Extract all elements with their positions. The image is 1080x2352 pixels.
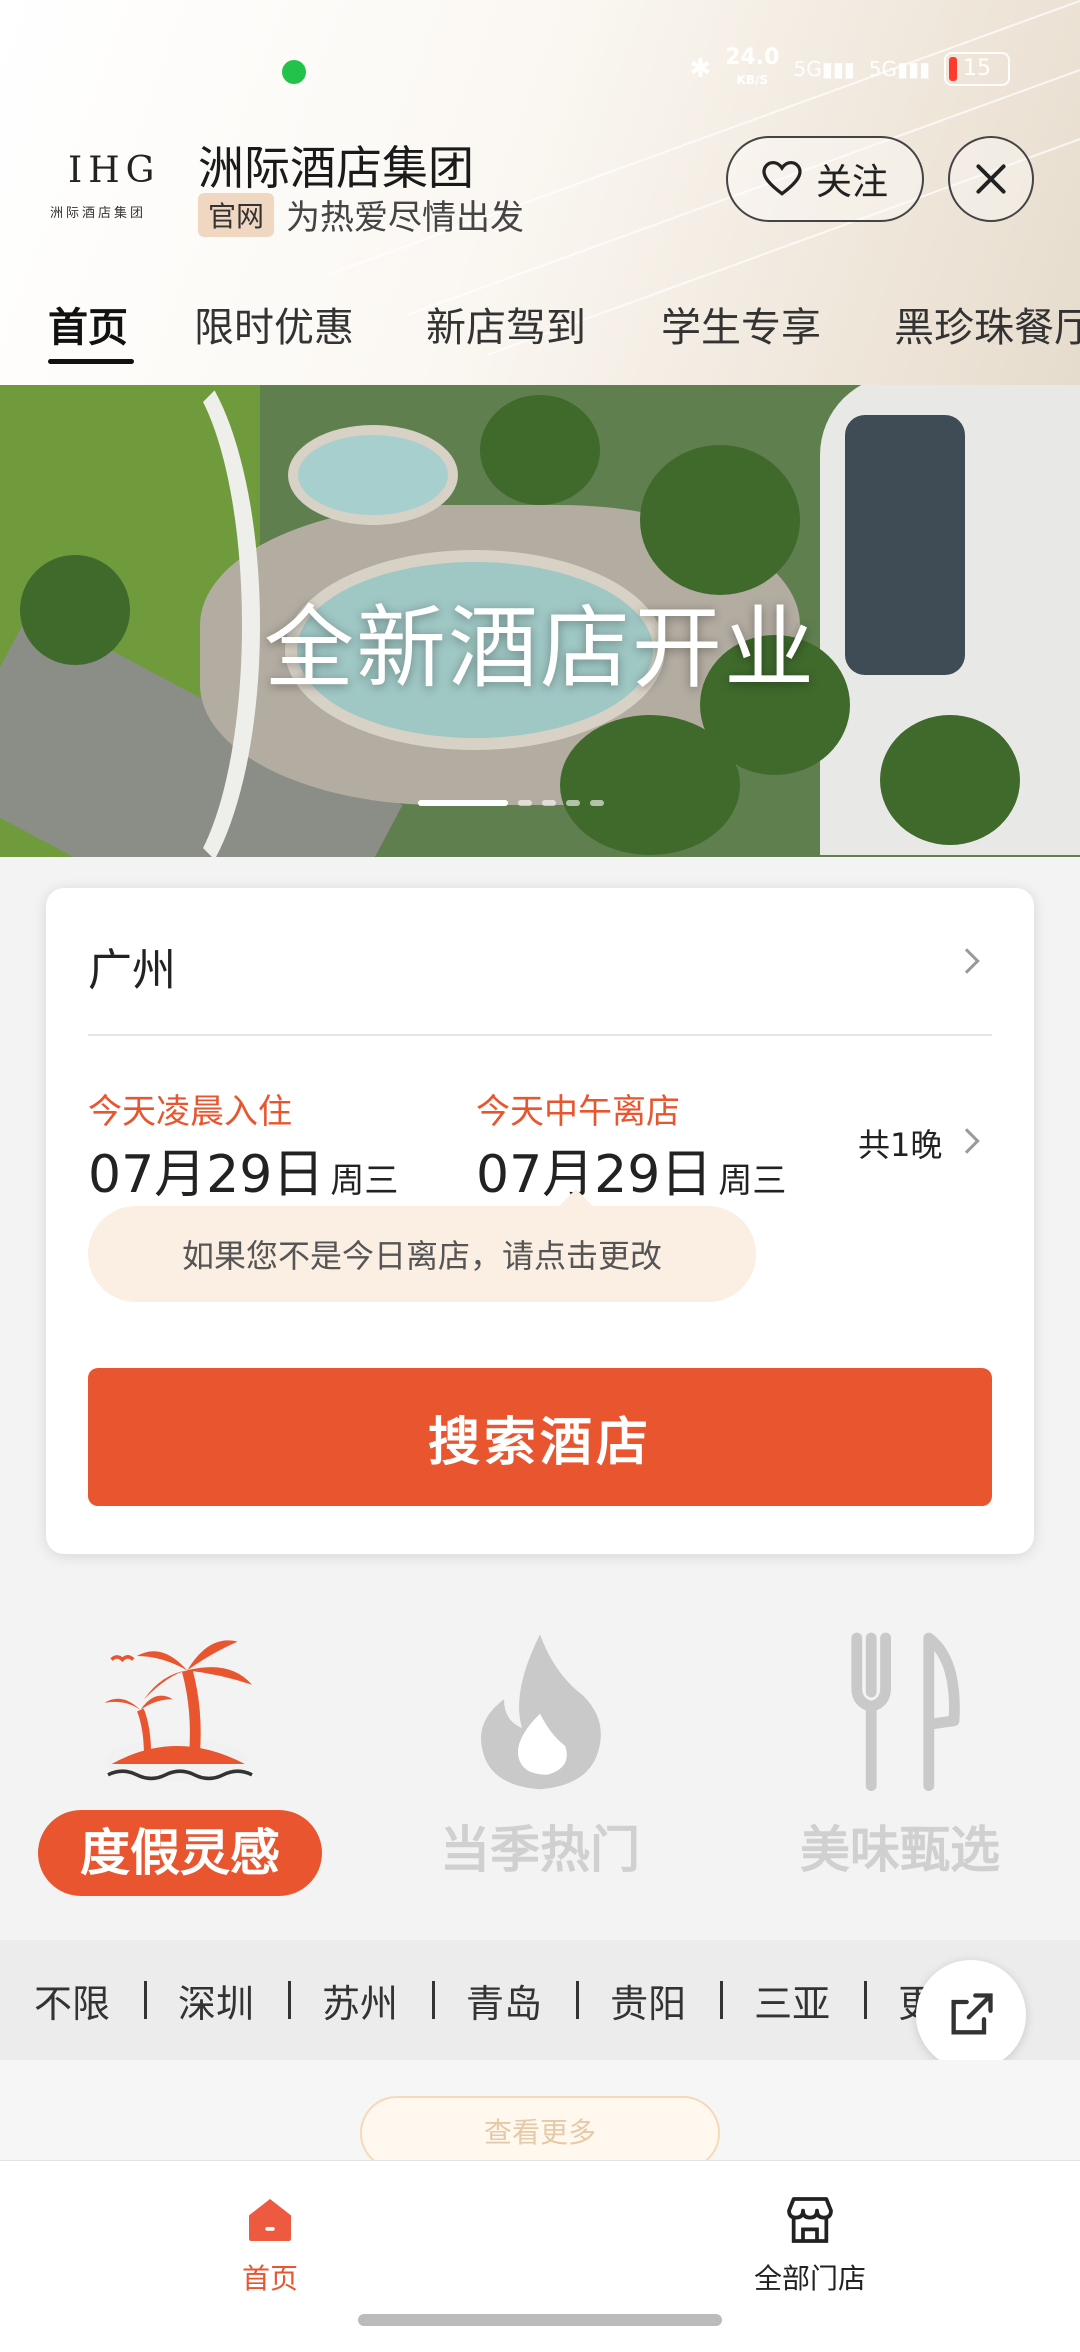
city-chip[interactable]: 青岛 <box>432 1973 576 2028</box>
flame-icon <box>480 1634 601 1790</box>
battery-icon: 15 <box>944 52 1010 86</box>
ihg-logo: IHG 洲际酒店集团 <box>50 150 161 221</box>
bluetooth-icon: ✱ <box>689 54 712 84</box>
heart-icon <box>762 161 802 196</box>
city-chip[interactable]: 三亚 <box>720 1973 864 2028</box>
view-more-button[interactable]: 查看更多 <box>360 2096 720 2170</box>
category-dining[interactable]: 美味甄选 <box>720 1600 1080 1940</box>
city-chip[interactable]: 苏州 <box>288 1973 432 2028</box>
tab-home[interactable]: 首页 <box>48 295 128 353</box>
checkin-label: 今天凌晨入住 <box>88 1092 292 1132</box>
category-row: 度假灵感 当季热门 美味甄选 <box>0 1600 1080 1940</box>
more-section: 查看更多 <box>0 2060 1080 2170</box>
home-indicator <box>358 2314 722 2326</box>
checkout-date[interactable]: 07月29日 周三 <box>476 1132 786 1207</box>
brand-header: IHG 洲际酒店集团 洲际酒店集团 官网 为热爱尽情出发 关注 <box>0 132 1080 242</box>
status-bar: ✱ 24.0 KB/S 5G▮▮▮ 5G▮▮▮ 15 <box>0 0 1080 130</box>
share-button[interactable] <box>916 1960 1026 2070</box>
palm-island-icon <box>104 1640 253 1782</box>
city-selector[interactable]: 广州 <box>88 934 176 998</box>
chat-notification-icon <box>282 60 306 84</box>
divider <box>88 1034 992 1036</box>
carousel-dots <box>418 800 604 806</box>
category-vacation[interactable]: 度假灵感 <box>0 1600 360 1940</box>
nav-label: 首页 <box>241 2262 298 2295</box>
category-label: 度假灵感 <box>38 1810 322 1896</box>
tab-student[interactable]: 学生专享 <box>661 295 821 353</box>
hotel-search-card: 广州 今天凌晨入住 07月29日 周三 今天中午离店 07月29日 周三 共1晚 如… <box>46 888 1034 1554</box>
store-icon <box>787 2197 833 2243</box>
search-hotel-button[interactable]: 搜索酒店 <box>88 1368 992 1506</box>
checkout-tip[interactable]: 如果您不是今日离店，请点击更改 <box>88 1206 756 1302</box>
category-label: 当季热门 <box>440 1821 640 1879</box>
brand-title: 洲际酒店集团 <box>198 141 474 195</box>
fork-knife-icon <box>851 1632 960 1791</box>
share-icon <box>951 1993 993 2035</box>
home-icon <box>249 2199 291 2241</box>
tab-black-pearl[interactable]: 黑珍珠餐厅 <box>894 295 1080 353</box>
checkin-date[interactable]: 07月29日 周三 <box>88 1132 398 1207</box>
nav-label: 全部门店 <box>753 2262 866 2295</box>
tab-limited-offers[interactable]: 限时优惠 <box>194 295 354 353</box>
net-speed: 24.0 KB/S <box>725 45 780 88</box>
close-icon <box>976 164 1006 194</box>
official-badge: 官网 <box>198 192 275 237</box>
nav-all-stores[interactable]: 全部门店 <box>710 2191 910 2297</box>
nav-home[interactable]: 首页 <box>170 2191 370 2297</box>
checkout-label: 今天中午离店 <box>476 1092 680 1132</box>
city-chip[interactable]: 不限 <box>0 1973 144 2028</box>
city-chip[interactable]: 深圳 <box>144 1973 288 2028</box>
follow-label: 关注 <box>815 162 888 203</box>
tab-new-hotels[interactable]: 新店驾到 <box>426 295 586 353</box>
top-tabs: 首页 限时优惠 新店驾到 学生专享 黑珍珠餐厅 <box>0 285 1080 375</box>
promo-banner[interactable]: 全新酒店开业 <box>0 385 1080 857</box>
signal-icon-2: 5G▮▮▮ <box>868 57 930 81</box>
city-chip[interactable]: 贵阳 <box>576 1973 720 2028</box>
follow-button[interactable]: 关注 <box>726 136 924 222</box>
banner-title: 全新酒店开业 <box>264 596 816 701</box>
category-hot-season[interactable]: 当季热门 <box>360 1600 720 1940</box>
tab-indicator <box>48 359 134 364</box>
brand-tagline: 官网 为热爱尽情出发 <box>198 190 524 239</box>
slogan: 为热爱尽情出发 <box>286 198 525 238</box>
chevron-right-icon <box>954 1128 980 1154</box>
signal-icon: 5G▮▮▮ <box>793 57 855 81</box>
category-label: 美味甄选 <box>800 1821 1000 1879</box>
chevron-right-icon <box>954 948 980 974</box>
close-button[interactable] <box>948 136 1034 222</box>
nights-count[interactable]: 共1晚 <box>858 1120 942 1166</box>
